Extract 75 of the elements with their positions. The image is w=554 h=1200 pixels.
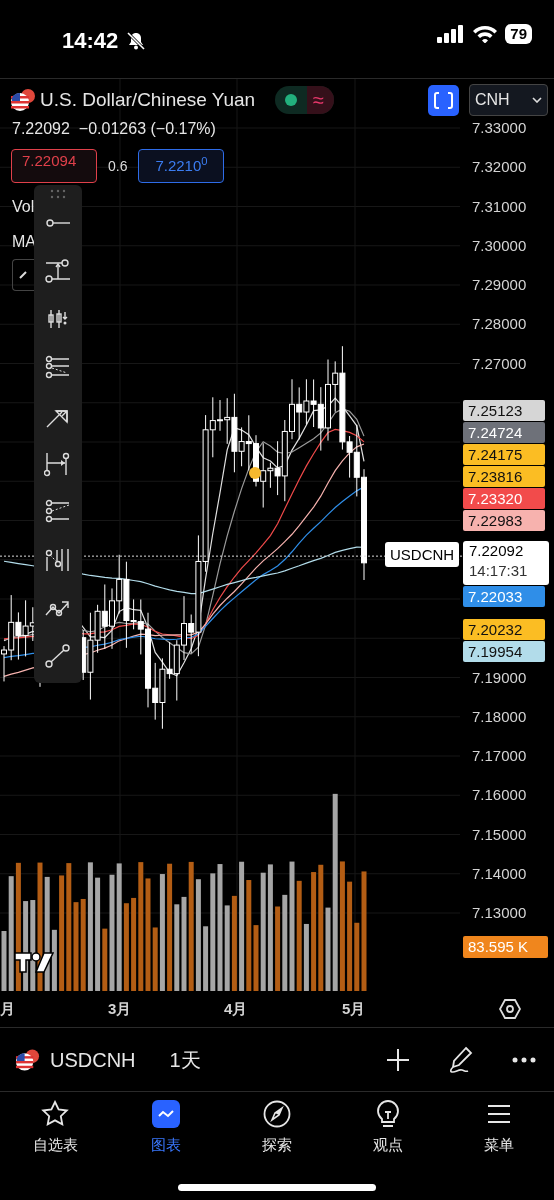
settings-icon[interactable] (499, 998, 521, 1020)
fullscreen-button[interactable] (428, 84, 459, 116)
parallel-channel-icon[interactable] (44, 499, 72, 525)
nav-tab[interactable]: 菜单 (443, 1100, 554, 1157)
price-axis-label: 7.18000 (472, 707, 527, 726)
time-axis-label: 3月 (108, 999, 132, 1019)
drag-handle-icon[interactable] (50, 189, 66, 199)
flag-icon (10, 88, 36, 112)
price-axis-label: 7.17000 (472, 747, 527, 765)
logo-icon (14, 951, 54, 973)
clock-time: 14:42 (62, 27, 119, 55)
price-axis-label: 7.19000 (472, 668, 527, 687)
last-price-value: 7.22092 (469, 541, 525, 561)
bell-slash-icon (126, 30, 147, 51)
price-tag: 7.20232 (463, 619, 545, 640)
time-axis-label: 4月 (224, 999, 248, 1019)
nav-tab[interactable]: 探索 (221, 1100, 333, 1157)
plus-icon[interactable] (386, 1047, 410, 1072)
volume-label: 83.595 K (463, 936, 548, 958)
time-axis-label: 月 (0, 999, 15, 1019)
interval-button[interactable]: 1天 (169, 1044, 201, 1075)
chart-icon (152, 1100, 181, 1128)
last-price: 7.22092 (12, 119, 70, 139)
price-axis-label: 7.32000 (472, 158, 527, 177)
price-tag: 7.22033 (463, 586, 545, 607)
measure-range-icon[interactable] (44, 259, 72, 285)
price-axis-label: 7.29000 (472, 276, 527, 294)
price-axis-label: 7.31000 (472, 197, 527, 216)
symbol-button[interactable]: USDCNH (50, 1044, 136, 1075)
delayed-data-indicator: ≈ (307, 86, 335, 114)
indicator-label[interactable]: MA (12, 230, 36, 254)
event-marker[interactable] (249, 467, 261, 479)
price-axis-label: 7.28000 (472, 315, 527, 334)
sell-price-button[interactable]: 7.22094 (11, 149, 97, 183)
price-axis-label: 7.27000 (472, 354, 527, 373)
price-tag: 7.23320 (463, 488, 545, 509)
price-axis-label: 7.15000 (472, 825, 527, 844)
nav-tab[interactable]: 观点 (332, 1100, 444, 1157)
pen-icon[interactable] (448, 1045, 474, 1074)
flag-icon (15, 1047, 40, 1072)
price-axis-label: 7.13000 (472, 904, 527, 922)
star-icon (41, 1100, 70, 1128)
currency-dropdown[interactable]: CNH (469, 84, 548, 116)
battery-level: 79 (505, 24, 532, 44)
price-axis-label: 7.30000 (472, 236, 527, 255)
caret-icon (532, 97, 542, 103)
trend-line-icon[interactable] (44, 643, 72, 669)
time-axis-label: 5月 (342, 999, 366, 1019)
price-tag: 7.22983 (463, 510, 545, 531)
signal-icon (437, 25, 466, 43)
price-tag: 7.24175 (463, 444, 545, 465)
wifi-icon (472, 25, 499, 43)
compass-icon (263, 1100, 291, 1128)
bar-countdown: 14:17:31 (469, 561, 529, 581)
buy-price-button[interactable]: 7.2210$^{0}$ (138, 149, 225, 183)
market-status-pill[interactable]: ≈ (275, 86, 335, 114)
price-axis-label: 7.14000 (472, 864, 527, 883)
fullscreen-icon (434, 91, 453, 109)
price-axis-label: 7.33000 (472, 119, 527, 137)
date-range-icon[interactable] (44, 451, 72, 477)
price-tag: 7.19954 (463, 641, 545, 662)
price-tag: 7.25123 (463, 400, 545, 421)
price-tag: 7.24724 (463, 422, 545, 443)
price-tag: 7.23816 (463, 466, 545, 487)
symbol-label: USDCNH (385, 542, 460, 567)
pitchfork-icon[interactable] (44, 547, 72, 573)
more-icon[interactable] (512, 1056, 536, 1063)
symbol-title: U.S. Dollar/Chinese Yuan (40, 87, 256, 112)
price-change: −0.01263 (−0.17%) (78, 119, 216, 139)
fibonacci-icon[interactable] (44, 355, 72, 381)
price-axis-label: 7.16000 (472, 786, 527, 805)
nav-tab[interactable]: 图表 (110, 1100, 222, 1157)
nav-tab[interactable]: 自选表 (0, 1100, 111, 1157)
indicator-label[interactable]: Vol (12, 195, 35, 219)
spread-value: 0.6 (108, 156, 128, 176)
